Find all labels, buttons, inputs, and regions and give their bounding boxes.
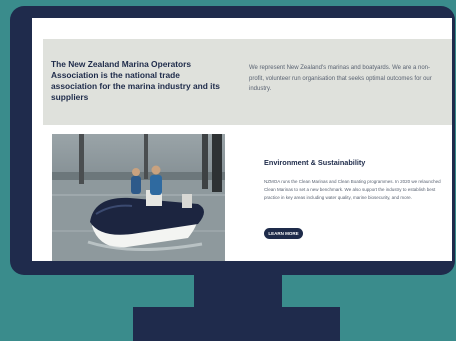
monitor-neck bbox=[194, 274, 282, 308]
section-text: NZMOA runs the Clean Marinas and Clean B… bbox=[264, 179, 441, 201]
website-screen: The New Zealand Marina Operators Associa… bbox=[32, 18, 452, 261]
boat-photo bbox=[52, 134, 225, 261]
boat-photo-illustration bbox=[52, 134, 225, 261]
hero-description: We represent New Zealand's marinas and b… bbox=[249, 65, 432, 92]
hero-band: The New Zealand Marina Operators Associa… bbox=[43, 39, 452, 125]
monitor-base bbox=[133, 307, 340, 341]
section-title: Environment & Sustainability bbox=[264, 158, 366, 167]
hero-title: The New Zealand Marina Operators Associa… bbox=[51, 59, 220, 102]
monitor-frame: The New Zealand Marina Operators Associa… bbox=[10, 6, 455, 275]
learn-more-button[interactable]: LEARN MORE bbox=[264, 228, 303, 239]
